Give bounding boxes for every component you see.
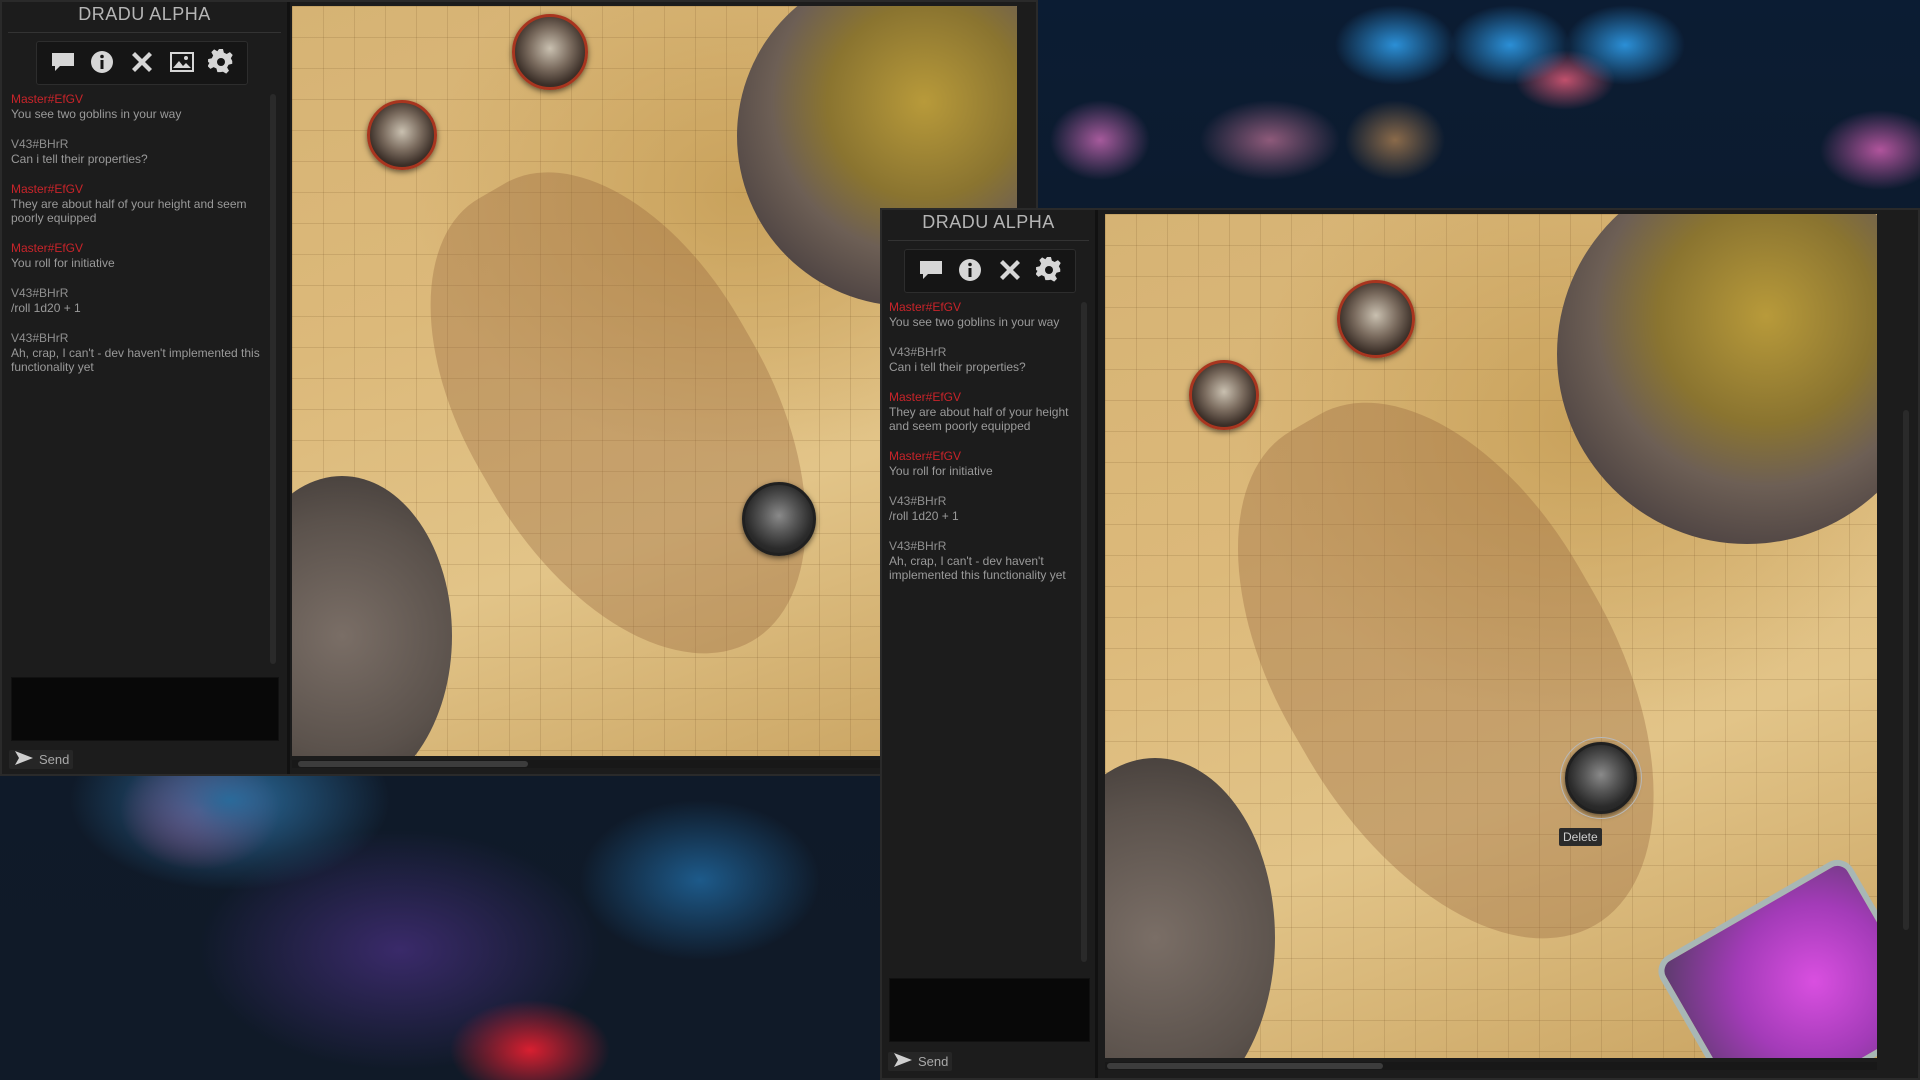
chat-input[interactable] bbox=[889, 978, 1090, 1042]
message-author: V43#BHrR bbox=[11, 286, 69, 300]
chat-message: V43#BHrR Can i tell their properties? bbox=[11, 137, 266, 166]
message-author: V43#BHrR bbox=[889, 494, 947, 508]
message-text: Can i tell their properties? bbox=[889, 360, 1026, 374]
message-text: They are about half of your height and s… bbox=[11, 197, 247, 225]
send-button[interactable]: Send bbox=[888, 1052, 952, 1071]
message-author: Master#EfGV bbox=[11, 92, 84, 106]
message-author: Master#EfGV bbox=[11, 182, 84, 196]
chat-button[interactable] bbox=[913, 255, 949, 289]
magic-pool-terrain bbox=[1651, 853, 1877, 1058]
hero-token[interactable] bbox=[1560, 737, 1642, 819]
app-title: DRADU ALPHA bbox=[78, 4, 211, 24]
chat-log: Master#EfGV You see two goblins in your w… bbox=[11, 92, 266, 672]
info-button[interactable] bbox=[953, 255, 989, 289]
message-author: Master#EfGV bbox=[889, 300, 962, 314]
delete-token-button[interactable]: Delete bbox=[1559, 828, 1602, 846]
settings-button[interactable] bbox=[1032, 255, 1068, 289]
message-text: You roll for initiative bbox=[11, 256, 115, 270]
app-window-front: DRADU ALPHA Master#EfGV You see two gobli… bbox=[880, 208, 1920, 1080]
rock-cliff-terrain-left bbox=[1105, 758, 1275, 1058]
chat-message: V43#BHrR Can i tell their properties? bbox=[889, 345, 1069, 374]
scrollbar-thumb[interactable] bbox=[1107, 1063, 1383, 1069]
image-button[interactable] bbox=[164, 47, 200, 81]
send-button[interactable]: Send bbox=[9, 750, 73, 769]
send-label: Send bbox=[39, 752, 70, 767]
message-author: V43#BHrR bbox=[889, 539, 947, 553]
message-text: You see two goblins in your way bbox=[11, 107, 182, 121]
hero-token[interactable] bbox=[742, 482, 816, 556]
chat-message: Master#EfGV You see two goblins in your w… bbox=[889, 300, 1069, 329]
chat-message: V43#BHrR/roll 1d20 + 1 bbox=[889, 494, 1069, 523]
title-divider bbox=[8, 32, 281, 33]
chat-message: Master#EfGV You see two goblins in your w… bbox=[11, 92, 266, 121]
battle-map-canvas[interactable]: Delete bbox=[1105, 214, 1877, 1058]
goblin-token[interactable] bbox=[512, 14, 588, 90]
chat-message: Master#EfGV They are about half of your h… bbox=[11, 182, 266, 225]
message-text: You see two goblins in your way bbox=[889, 315, 1060, 329]
send-label: Send bbox=[918, 1054, 949, 1069]
chat-message: Master#EfGV They are about half of your h… bbox=[889, 390, 1069, 433]
rock-cliff-terrain-left bbox=[292, 476, 452, 756]
sidebar: DRADU ALPHA Master#EfGV You see two gobli… bbox=[2, 2, 290, 774]
chat-message: V43#BHrR Ah, crap, I can't - dev haven't … bbox=[11, 331, 266, 374]
message-text: You roll for initiative bbox=[889, 464, 993, 478]
tools-button[interactable] bbox=[124, 47, 160, 81]
message-text: /roll 1d20 + 1 bbox=[889, 509, 959, 523]
chat-log: Master#EfGV You see two goblins in your w… bbox=[889, 300, 1069, 960]
send-arrow-icon bbox=[15, 750, 33, 769]
tools-icon bbox=[129, 49, 155, 79]
app-title: DRADU ALPHA bbox=[922, 212, 1055, 232]
gear-icon bbox=[1035, 256, 1062, 287]
chat-message: V43#BHrR/roll 1d20 + 1 bbox=[11, 286, 266, 315]
rock-cliff-terrain bbox=[1557, 214, 1877, 544]
map-vertical-scrollbar[interactable] bbox=[1903, 410, 1909, 930]
message-author: V43#BHrR bbox=[889, 345, 947, 359]
chat-icon bbox=[50, 51, 76, 77]
message-author: Master#EfGV bbox=[889, 449, 962, 463]
message-text: Can i tell their properties? bbox=[11, 152, 148, 166]
info-icon bbox=[958, 258, 982, 286]
message-text: Ah, crap, I can't - dev haven't implemen… bbox=[11, 346, 260, 374]
sidebar: DRADU ALPHA Master#EfGV You see two gobli… bbox=[882, 210, 1098, 1078]
info-icon bbox=[90, 50, 114, 78]
map-horizontal-scrollbar[interactable] bbox=[1105, 1062, 1877, 1070]
chat-message: Master#EfGV You roll for initiative bbox=[889, 449, 1069, 478]
chat-scrollbar[interactable] bbox=[1081, 302, 1087, 962]
message-text: They are about half of your height and s… bbox=[889, 405, 1069, 433]
message-author: V43#BHrR bbox=[11, 137, 69, 151]
image-icon bbox=[169, 51, 195, 77]
tools-button[interactable] bbox=[992, 255, 1028, 289]
goblin-token[interactable] bbox=[1189, 360, 1259, 430]
toolbar bbox=[36, 41, 248, 85]
chat-message: Master#EfGV You roll for initiative bbox=[11, 241, 266, 270]
send-arrow-icon bbox=[894, 1052, 912, 1071]
chat-scrollbar[interactable] bbox=[270, 94, 276, 664]
scrollbar-thumb[interactable] bbox=[298, 761, 528, 767]
settings-button[interactable] bbox=[203, 47, 239, 81]
message-author: Master#EfGV bbox=[889, 390, 962, 404]
chat-icon bbox=[918, 259, 944, 285]
message-text: Ah, crap, I can't - dev haven't implemen… bbox=[889, 554, 1066, 582]
message-author: Master#EfGV bbox=[11, 241, 84, 255]
message-text: /roll 1d20 + 1 bbox=[11, 301, 81, 315]
tools-icon bbox=[997, 257, 1023, 287]
title-divider bbox=[888, 240, 1089, 241]
goblin-token[interactable] bbox=[1337, 280, 1415, 358]
chat-input[interactable] bbox=[11, 677, 279, 741]
goblin-token[interactable] bbox=[367, 100, 437, 170]
chat-message: V43#BHrR Ah, crap, I can't - dev haven't … bbox=[889, 539, 1069, 582]
toolbar bbox=[904, 249, 1076, 293]
gear-icon bbox=[207, 48, 234, 79]
message-author: V43#BHrR bbox=[11, 331, 69, 345]
info-button[interactable] bbox=[85, 47, 121, 81]
chat-button[interactable] bbox=[45, 47, 81, 81]
